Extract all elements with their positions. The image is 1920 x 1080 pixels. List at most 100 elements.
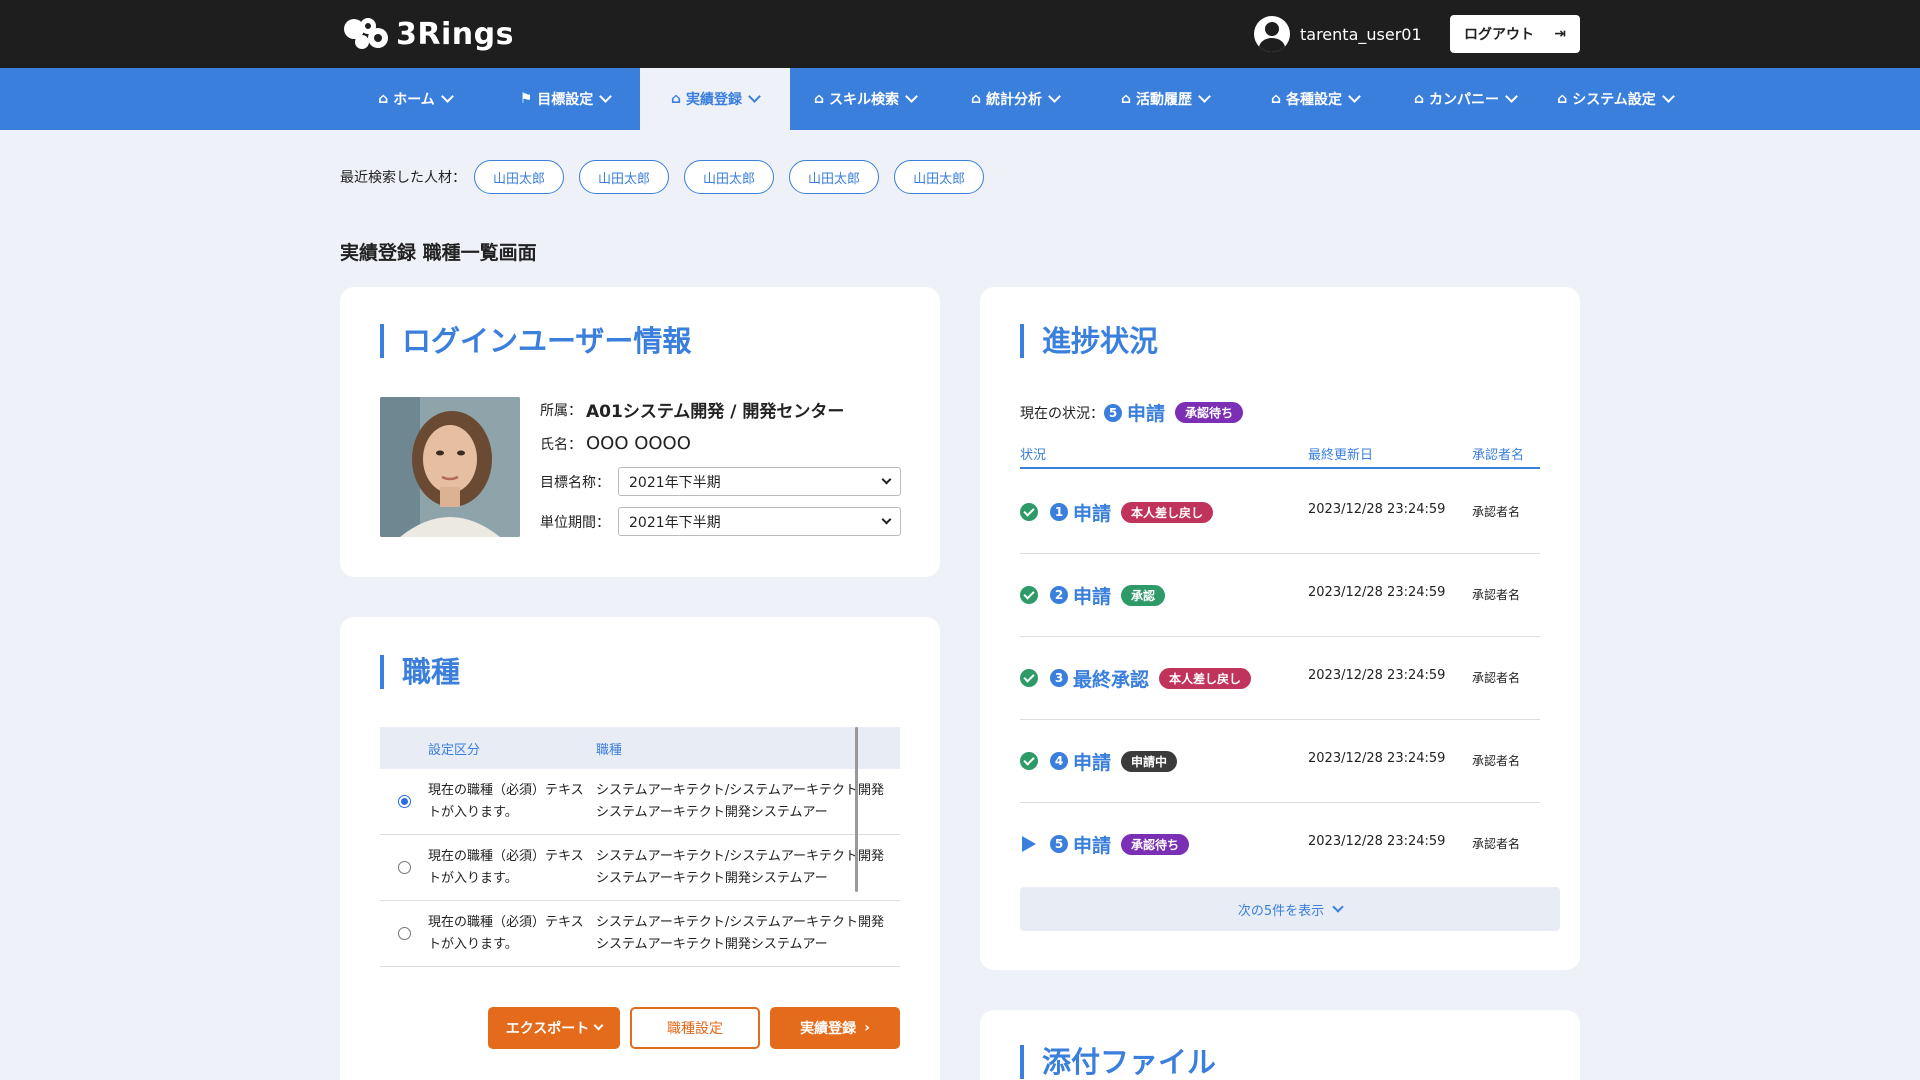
status-badge: 申請中 (1121, 750, 1178, 772)
updated-date: 2023/12/28 23:24:59 (1308, 751, 1446, 766)
home-icon: ⌂ (970, 91, 982, 107)
column-header-category: 設定区分 (428, 742, 481, 758)
table-row[interactable]: 現在の職種（必須）テキストが入ります。 システムアーキテクト/システムアーキテク… (380, 901, 900, 967)
chevron-down-icon (881, 514, 892, 525)
progress-card-title: 進捗状況 (1020, 324, 1158, 358)
recent-person-chip[interactable]: 山田太郎 (789, 160, 880, 194)
nav-item-activity-history[interactable]: ⌂ 活動履歴 (1090, 68, 1240, 130)
progress-table-header: 状況 最終更新日 承認者名 (1020, 439, 1540, 469)
logout-button[interactable]: ログアウト ⇥ (1450, 15, 1580, 53)
job-radio[interactable] (397, 861, 411, 874)
app-logo-text: 3Rings (396, 16, 514, 52)
table-row: 4 申請 申請中 2023/12/28 23:24:59 承認者名 (1020, 720, 1540, 803)
step-number-icon: 5 (1104, 403, 1122, 422)
logout-icon: ⇥ (1554, 26, 1566, 42)
step-label: 申請 (1073, 834, 1112, 857)
nav-item-settings[interactable]: ⌂ 各種設定 (1240, 68, 1390, 130)
status-badge: 本人差し戻し (1159, 667, 1252, 689)
period-select-value: 2021年下半期 (629, 514, 721, 531)
table-row[interactable]: 現在の職種（必須）テキストが入ります。 システムアーキテクト/システムアーキテク… (380, 769, 900, 835)
period-select[interactable]: 2021年下半期 (618, 507, 901, 536)
goal-select[interactable]: 2021年下半期 (618, 467, 901, 496)
home-icon: ⌂ (1270, 91, 1282, 107)
check-circle-icon (1020, 669, 1038, 687)
approver-name: 承認者名 (1472, 837, 1521, 851)
nav-item-statistics[interactable]: ⌂ 統計分析 (940, 68, 1090, 130)
job-settings-button[interactable]: 職種設定 (630, 1007, 760, 1049)
nav-item-label: カンパニー (1429, 92, 1500, 108)
chevron-down-icon (1505, 90, 1518, 103)
export-button[interactable]: エクスポート (488, 1007, 620, 1049)
table-row: 1 申請 本人差し戻し 2023/12/28 23:24:59 承認者名 (1020, 471, 1540, 554)
nav-item-company[interactable]: ⌂ カンパニー (1390, 68, 1540, 130)
check-circle-icon (1020, 752, 1038, 770)
job-name-cell: システムアーキテクト/システムアーキテクト開発システムアーキテクト開発システムア… (596, 914, 885, 952)
app-logo[interactable]: 3Rings (340, 14, 514, 54)
home-icon: ⌂ (1557, 91, 1568, 107)
chevron-down-icon (599, 90, 613, 103)
logout-label: ログアウト (1464, 27, 1534, 43)
name-value: OOO OOOO (586, 433, 691, 454)
recent-person-chip[interactable]: 山田太郎 (579, 160, 670, 194)
job-table-header: 設定区分 職種 (380, 727, 900, 769)
job-category-cell: 現在の職種（必須）テキストが入ります。 (428, 914, 584, 952)
column-header-status: 状況 (1020, 448, 1047, 463)
table-scrollbar[interactable] (855, 727, 858, 892)
check-circle-icon (1020, 586, 1038, 604)
job-radio[interactable] (397, 927, 411, 940)
nav-item-label: スキル検索 (829, 92, 900, 108)
attachments-card-title: 添付ファイル (1020, 1045, 1216, 1079)
play-icon (1022, 836, 1036, 852)
chevron-down-icon (1198, 90, 1211, 103)
user-avatar-icon (1254, 16, 1290, 52)
recent-person-chip[interactable]: 山田太郎 (684, 160, 775, 194)
nav-item-home[interactable]: ⌂ ホーム (340, 68, 490, 130)
home-icon: ⌂ (378, 91, 389, 107)
login-user-card-title: ログインユーザー情報 (380, 324, 691, 358)
chevron-down-icon (440, 90, 454, 103)
user-menu[interactable]: tarenta_user01 (1254, 16, 1422, 52)
updated-date: 2023/12/28 23:24:59 (1308, 502, 1446, 517)
recent-searches: 最近検索した人材： 山田太郎 山田太郎 山田太郎 山田太郎 山田太郎 (340, 160, 999, 194)
job-category-cell: 現在の職種（必須）テキストが入ります。 (428, 848, 584, 886)
column-header-approver: 承認者名 (1472, 448, 1525, 463)
table-row: 3 最終承認 本人差し戻し 2023/12/28 23:24:59 承認者名 (1020, 637, 1540, 720)
chevron-down-icon (905, 90, 918, 103)
user-name: tarenta_user01 (1300, 24, 1422, 44)
nav-item-skill-search[interactable]: ⌂ スキル検索 (790, 68, 940, 130)
nav-item-system-settings[interactable]: ⌂ システム設定 (1540, 68, 1690, 130)
page-title: 実績登録 職種一覧画面 (340, 242, 537, 264)
main-nav: ⌂ ホーム ⚑ 目標設定 ⌂ 実績登録 ⌂ スキル検索 ⌂ 統計分析 ⌂ 活動履歴 ⌂ 各種設… (0, 68, 1920, 130)
step-number-icon: 5 (1050, 835, 1068, 853)
register-results-button[interactable]: 実績登録 › (770, 1007, 900, 1049)
step-number-icon: 4 (1050, 752, 1068, 770)
job-name-cell: システムアーキテクト/システムアーキテクト開発システムアーキテクト開発システムア… (596, 782, 885, 820)
table-row: 5 申請 承認待ち 2023/12/28 23:24:59 承認者名 (1020, 803, 1540, 886)
recent-person-chip[interactable]: 山田太郎 (894, 160, 985, 194)
current-status-label: 現在の状況： (1020, 405, 1104, 422)
step-label: 申請 (1073, 502, 1112, 525)
current-status: 現在の状況： 5 申請 承認待ち (1020, 399, 1244, 426)
step-number-icon: 1 (1050, 503, 1068, 521)
job-name-cell: システムアーキテクト/システムアーキテクト開発システムアーキテクト開発システムア… (596, 848, 885, 886)
status-badge: 承認 (1121, 584, 1166, 606)
dept-value: A01システム開発 / 開発センター (586, 402, 845, 422)
job-radio[interactable] (397, 795, 411, 808)
step-number-icon: 2 (1050, 586, 1068, 604)
rings-logo-icon (344, 18, 388, 49)
nav-item-goal-setting[interactable]: ⚑ 目標設定 (490, 68, 640, 130)
table-row: 2 申請 承認 2023/12/28 23:24:59 承認者名 (1020, 554, 1540, 637)
show-next-button[interactable]: 次の5件を表示 (1020, 887, 1560, 931)
flag-icon: ⚑ (519, 91, 533, 107)
approver-name: 承認者名 (1472, 754, 1521, 768)
goal-label: 目標名称： (540, 474, 610, 491)
step-label: 最終承認 (1073, 668, 1150, 691)
register-results-label: 実績登録 (800, 1021, 857, 1037)
recent-person-chip[interactable]: 山田太郎 (474, 160, 565, 194)
nav-item-label: システム設定 (1572, 92, 1656, 108)
name-label: 氏名： (540, 436, 582, 453)
approver-name: 承認者名 (1472, 505, 1521, 519)
job-type-card: 職種 設定区分 職種 現在の職種（必須）テキストが入ります。 システムアーキテク… (340, 617, 940, 1080)
table-row[interactable]: 現在の職種（必須）テキストが入ります。 システムアーキテクト/システムアーキテク… (380, 835, 900, 901)
nav-item-results[interactable]: ⌂ 実績登録 (640, 68, 790, 130)
